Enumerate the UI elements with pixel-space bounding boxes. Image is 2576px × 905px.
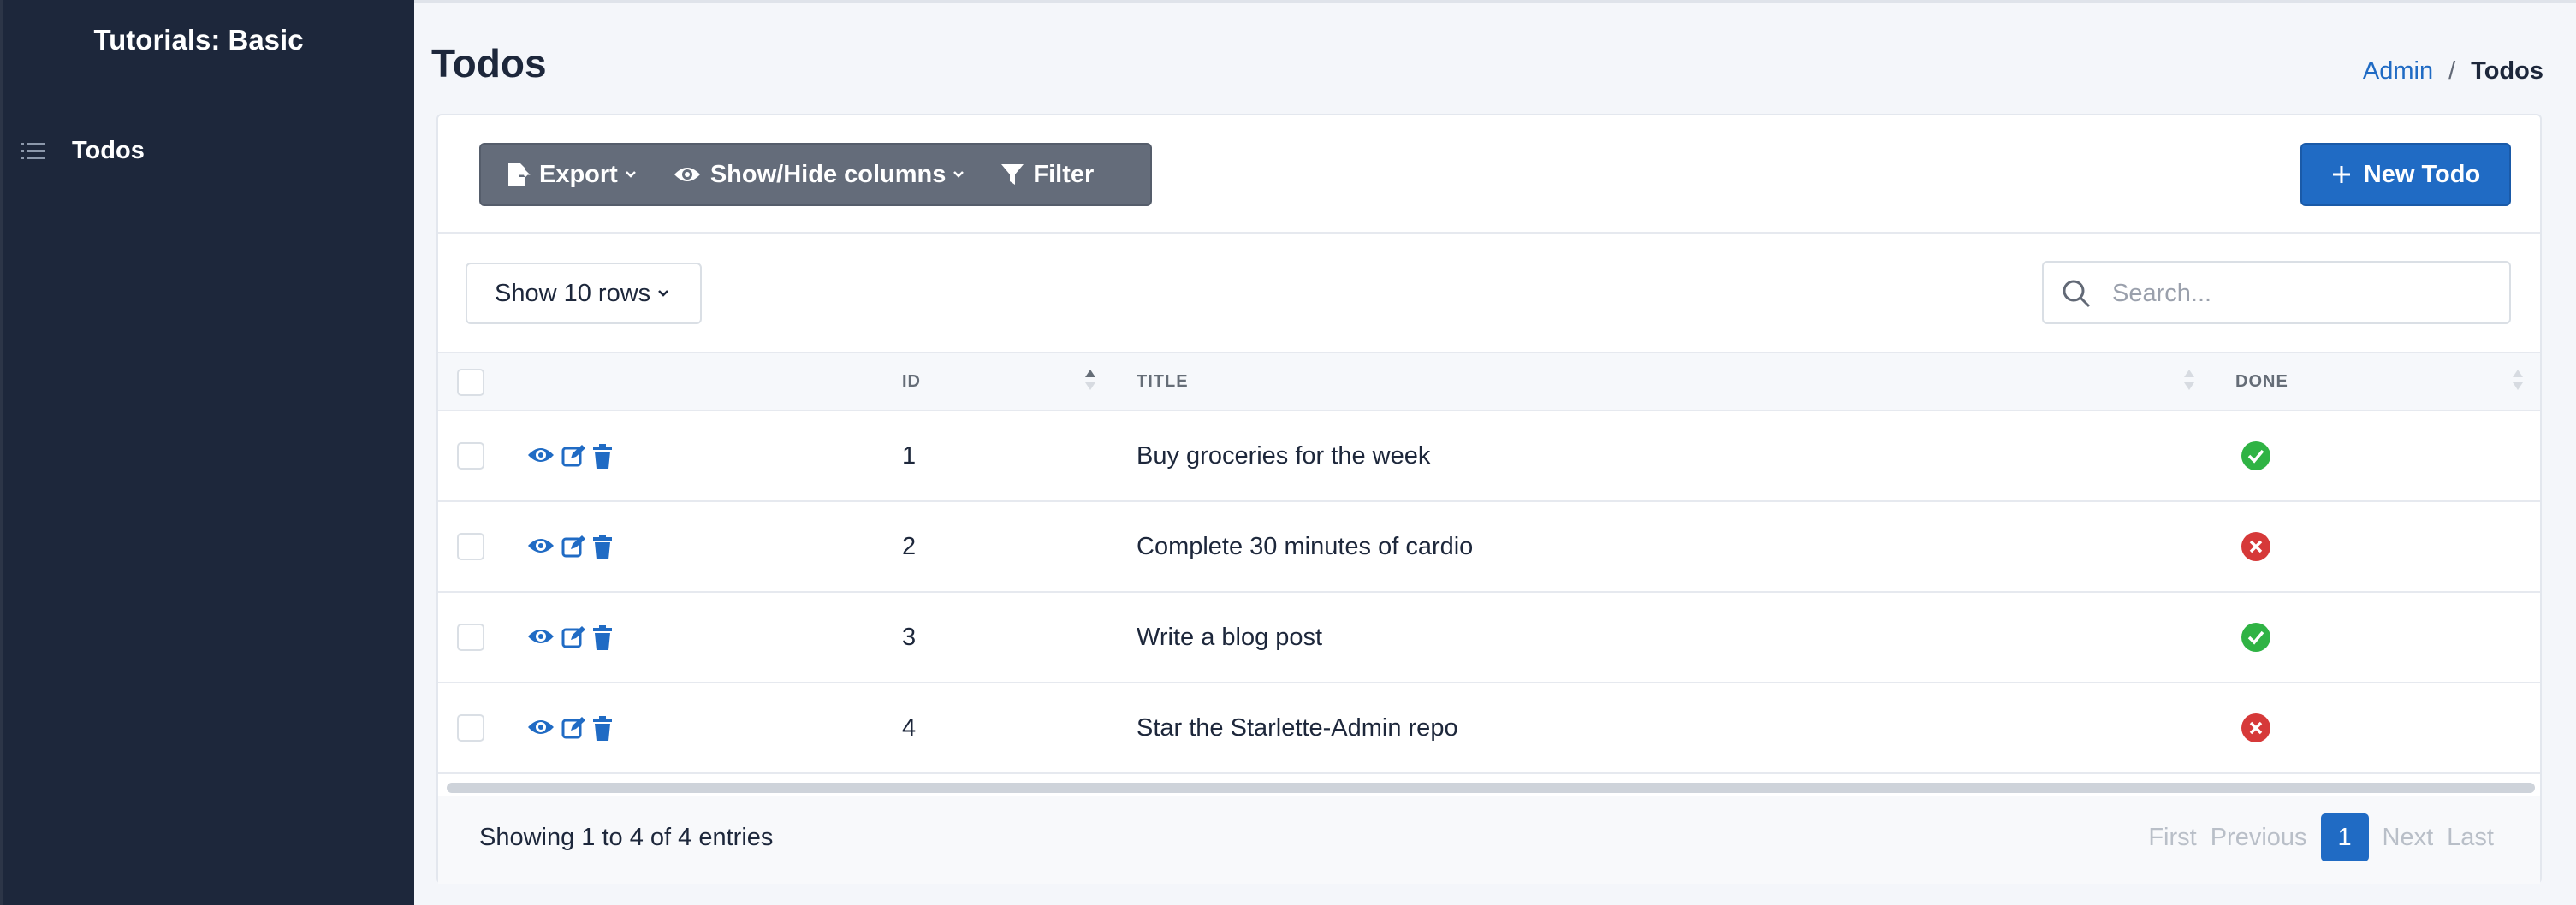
filter-icon <box>1001 164 1024 185</box>
table-row: 4 Star the Starlette-Admin repo <box>438 683 2540 774</box>
edit-icon[interactable] <box>561 625 585 649</box>
eye-icon <box>674 168 700 181</box>
sort-icon[interactable] <box>1083 367 1097 393</box>
search-input[interactable] <box>2112 275 2489 312</box>
cell-title: Buy groceries for the week <box>1137 442 1431 470</box>
cell-title: Complete 30 minutes of cardio <box>1137 533 1474 560</box>
select-all-checkbox[interactable] <box>457 369 484 396</box>
page-title: Todos <box>431 41 547 86</box>
entries-info: Showing 1 to 4 of 4 entries <box>479 824 774 851</box>
horizontal-scrollbar[interactable] <box>447 783 2535 793</box>
cell-id: 1 <box>902 442 917 470</box>
row-checkbox[interactable] <box>457 442 484 470</box>
export-button[interactable]: Export <box>481 145 659 204</box>
list-icon <box>21 142 45 159</box>
table-header: ID TITLE DONE <box>438 352 2540 411</box>
row-actions <box>527 535 613 560</box>
new-todo-button[interactable]: New Todo <box>2300 143 2511 206</box>
plus-icon <box>2332 166 2350 183</box>
chevron-down-icon <box>953 171 965 178</box>
export-label: Export <box>539 160 618 188</box>
pagination: First Previous 1 Next Last <box>2148 813 2494 861</box>
cell-id: 4 <box>902 714 917 742</box>
table-footer: Showing 1 to 4 of 4 entries First Previo… <box>438 796 2540 884</box>
show-rows-dropdown[interactable]: Show 10 rows <box>466 263 702 324</box>
cell-id: 2 <box>902 533 917 560</box>
show-hide-columns-label: Show/Hide columns <box>709 160 947 188</box>
check-circle-icon <box>2241 623 2270 652</box>
edit-icon[interactable] <box>561 716 585 740</box>
view-eye-icon[interactable] <box>527 625 555 648</box>
x-circle-icon <box>2241 532 2270 561</box>
delete-trash-icon[interactable] <box>592 535 613 560</box>
pagination-page-1[interactable]: 1 <box>2320 813 2369 861</box>
column-header-title[interactable]: TITLE <box>1137 372 1189 392</box>
cell-title: Write a blog post <box>1137 624 1323 651</box>
todos-table: ID TITLE DONE 1 Buy groceries for the we… <box>438 352 2540 774</box>
pagination-previous[interactable]: Previous <box>2211 824 2307 852</box>
breadcrumb-current: Todos <box>2471 57 2543 85</box>
sort-icon[interactable] <box>2182 367 2196 393</box>
delete-trash-icon[interactable] <box>592 716 613 742</box>
show-hide-columns-button[interactable]: Show/Hide columns <box>659 145 988 204</box>
sidebar-item-todos[interactable]: Todos <box>21 137 145 165</box>
table-row: 3 Write a blog post <box>438 593 2540 683</box>
pagination-first[interactable]: First <box>2148 824 2196 852</box>
view-eye-icon[interactable] <box>527 444 555 466</box>
breadcrumb: Admin / Todos <box>2363 57 2543 86</box>
x-circle-icon <box>2241 713 2270 742</box>
show-rows-label: Show 10 rows <box>495 279 651 307</box>
cell-title: Star the Starlette-Admin repo <box>1137 714 1458 742</box>
breadcrumb-separator: / <box>2448 57 2456 85</box>
column-header-done[interactable]: DONE <box>2235 372 2288 392</box>
file-export-icon <box>508 163 531 186</box>
view-eye-icon[interactable] <box>527 535 555 557</box>
row-actions <box>527 444 613 470</box>
search-box <box>2042 261 2511 324</box>
new-todo-label: New Todo <box>2363 160 2481 188</box>
toolbar: Export Show/Hide columns Filter New Todo <box>438 115 2540 234</box>
table-row: 2 Complete 30 minutes of cardio <box>438 502 2540 593</box>
edit-icon[interactable] <box>561 444 585 468</box>
table-row: 1 Buy groceries for the week <box>438 411 2540 502</box>
sidebar: Tutorials: Basic Todos <box>0 0 414 905</box>
column-header-id[interactable]: ID <box>902 372 921 392</box>
breadcrumb-admin-link[interactable]: Admin <box>2363 57 2433 86</box>
pagination-next[interactable]: Next <box>2383 824 2434 852</box>
delete-trash-icon[interactable] <box>592 444 613 470</box>
todos-card: Export Show/Hide columns Filter New Todo… <box>436 114 2542 884</box>
search-icon <box>2063 280 2091 308</box>
view-eye-icon[interactable] <box>527 716 555 738</box>
filter-button[interactable]: Filter <box>987 145 1107 204</box>
row-checkbox[interactable] <box>457 533 484 560</box>
brand-title[interactable]: Tutorials: Basic <box>3 24 394 56</box>
row-actions <box>527 625 613 651</box>
row-checkbox[interactable] <box>457 624 484 651</box>
row-checkbox[interactable] <box>457 714 484 742</box>
sort-icon[interactable] <box>2511 367 2525 393</box>
chevron-down-icon <box>625 171 636 178</box>
cell-id: 3 <box>902 624 917 651</box>
row-actions <box>527 716 613 742</box>
sidebar-item-label: Todos <box>72 137 145 164</box>
edit-icon[interactable] <box>561 535 585 559</box>
check-circle-icon <box>2241 441 2270 470</box>
toolbar-button-group: Export Show/Hide columns Filter <box>479 143 1152 206</box>
chevron-down-icon <box>658 290 669 297</box>
pagination-last[interactable]: Last <box>2447 824 2494 852</box>
filter-label: Filter <box>1033 160 1095 188</box>
delete-trash-icon[interactable] <box>592 625 613 651</box>
main-content: Todos Admin / Todos Export Show/Hide col… <box>414 0 2576 905</box>
